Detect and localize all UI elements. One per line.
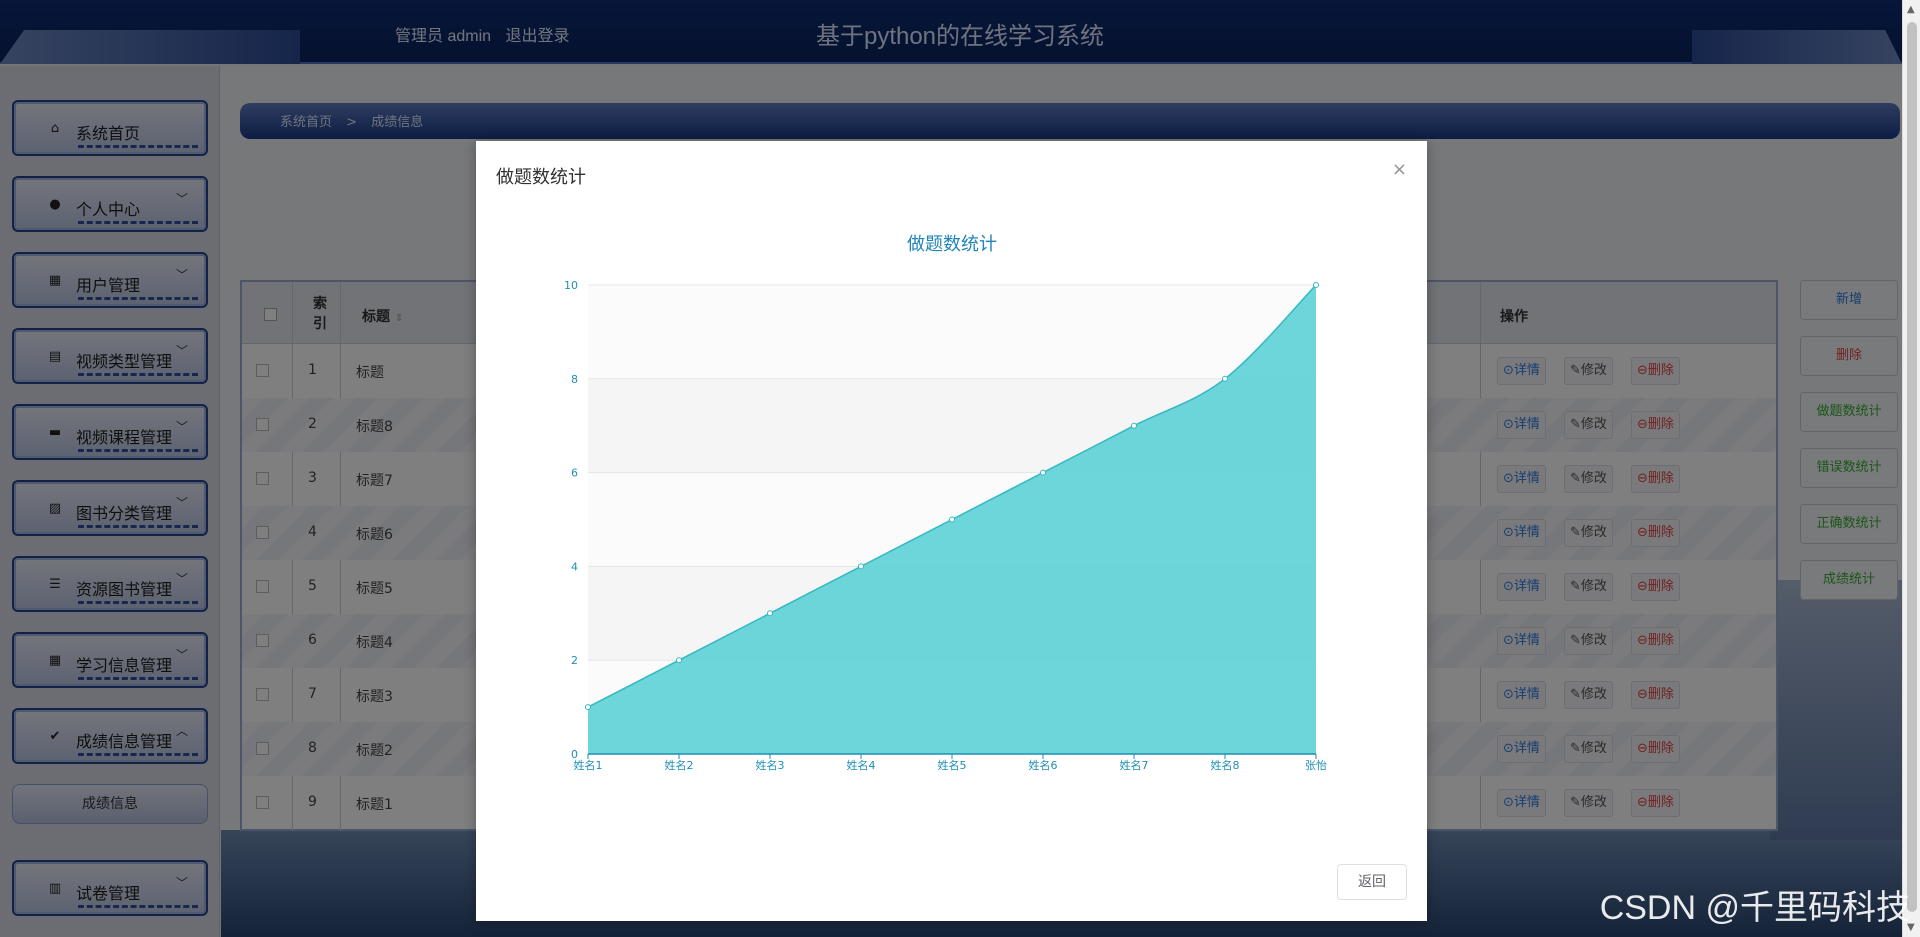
y-tick-label: 4 [571, 560, 578, 573]
watermark: CSDN @千里码科技 [1599, 889, 1910, 927]
chart-area: 做题数统计 0 2 4 6 8 10 姓名1 姓名2 姓名3 姓名4 姓名5 姓名6 姓名7 姓名8 张怡 [476, 201, 1427, 841]
chart-title: 做题数统计 [907, 234, 997, 254]
x-tick-label: 姓名7 [1120, 758, 1149, 772]
scroll-up-arrow-icon[interactable]: ▲ [1907, 4, 1915, 15]
data-point [676, 657, 682, 664]
y-tick-label: 6 [571, 467, 578, 480]
data-point [949, 516, 955, 523]
dialog-title: 做题数统计 [496, 167, 586, 188]
close-icon[interactable]: × [1392, 159, 1407, 180]
x-tick-label: 姓名1 [574, 758, 603, 772]
page-scrollbar[interactable]: ▲ ▼ [1902, 0, 1920, 937]
y-tick-label: 10 [564, 279, 578, 292]
data-point [858, 563, 864, 570]
data-point [1131, 422, 1137, 429]
data-point [1222, 375, 1228, 382]
data-point [1040, 469, 1046, 476]
x-tick-label: 姓名6 [1029, 758, 1058, 772]
scrollbar-thumb[interactable] [1907, 22, 1917, 912]
data-point [767, 610, 773, 617]
area-chart: 做题数统计0246810姓名1 姓名2 姓名3 姓名4 姓名5 姓名6 姓名7 姓名8 张怡 [564, 234, 1327, 772]
y-tick-label: 8 [571, 373, 578, 386]
x-tick-label: 张怡 [1305, 758, 1327, 772]
x-tick-label: 姓名4 [847, 758, 876, 772]
x-tick-label: 姓名5 [938, 758, 967, 772]
stats-dialog: 做题数统计 × 做题数统计 0 2 4 6 8 10 姓名1 姓名2 姓名3 姓名4 姓名5 姓名6 姓名… [476, 141, 1427, 921]
data-point [1313, 282, 1319, 288]
x-tick-label: 姓名8 [1211, 758, 1240, 772]
chart-band [588, 285, 1316, 379]
back-button[interactable]: 返回 [1337, 864, 1407, 900]
y-tick-label: 2 [571, 654, 578, 667]
x-tick-label: 姓名3 [756, 758, 785, 772]
x-tick-label: 姓名2 [665, 758, 694, 772]
data-point [585, 704, 591, 711]
